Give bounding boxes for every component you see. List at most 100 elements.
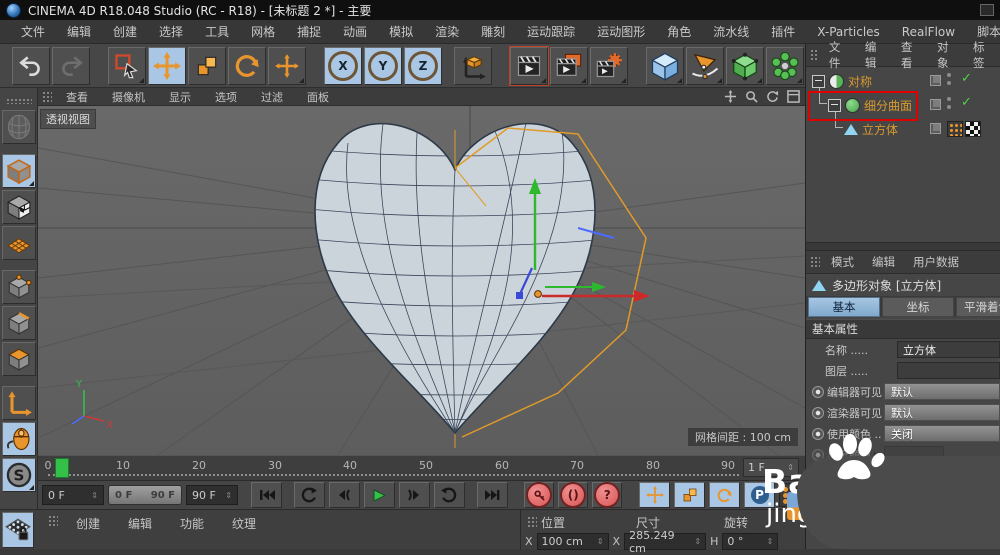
- vp-menu-display[interactable]: 显示: [157, 89, 203, 105]
- coordinate-panel-handle[interactable]: [527, 516, 537, 529]
- viewport-menu-handle[interactable]: [42, 91, 52, 103]
- go-to-start-button[interactable]: [251, 482, 282, 508]
- tab-basic[interactable]: 基本: [808, 297, 880, 317]
- live-selection-button[interactable]: [108, 47, 146, 85]
- visibility-dots[interactable]: [947, 73, 952, 85]
- timeline-ruler[interactable]: 0 10 20 30 40 50 60 70 80 90 1 F⇕: [38, 455, 805, 481]
- use-color-dropdown[interactable]: 关闭: [884, 425, 1000, 442]
- sculpt-mode-button[interactable]: [2, 110, 36, 144]
- enable-check[interactable]: ✓: [961, 95, 972, 110]
- position-x-field[interactable]: 100 cm⇕: [537, 533, 609, 550]
- layer-field[interactable]: [897, 362, 1000, 379]
- mat-menu-edit[interactable]: 编辑: [114, 515, 166, 532]
- texture-mode-button[interactable]: [2, 190, 36, 224]
- visibility-dots[interactable]: [947, 97, 952, 109]
- tab-phong[interactable]: 平滑着色: [956, 297, 1000, 317]
- timeline-playhead[interactable]: [55, 458, 69, 478]
- keyframe-radio-icon[interactable]: [812, 386, 824, 398]
- render-view-button[interactable]: [510, 47, 548, 85]
- attribute-manager-handle[interactable]: [810, 256, 820, 269]
- object-name[interactable]: 细分曲面: [864, 97, 912, 114]
- layer-toggle[interactable]: [930, 99, 941, 110]
- vp-menu-view[interactable]: 查看: [54, 89, 100, 105]
- material-manager-icon-button[interactable]: [2, 512, 34, 548]
- axis-mode-button[interactable]: [2, 386, 36, 420]
- points-mode-button[interactable]: [2, 270, 36, 304]
- menu-file[interactable]: 文件: [10, 23, 56, 40]
- menu-motion-tracker[interactable]: 运动跟踪: [516, 23, 586, 40]
- lock-x-axis-button[interactable]: X: [324, 47, 362, 85]
- object-row-subdivision-surface[interactable]: 细分曲面: [828, 93, 912, 117]
- menu-character[interactable]: 角色: [656, 23, 702, 40]
- collapse-icon[interactable]: [812, 75, 825, 88]
- last-used-tool-button[interactable]: [268, 47, 306, 85]
- vp-menu-options[interactable]: 选项: [203, 89, 249, 105]
- texture-tag-icon[interactable]: [965, 121, 981, 137]
- menu-edit[interactable]: 编辑: [56, 23, 102, 40]
- sidebar-drag-handle[interactable]: [6, 98, 32, 104]
- key-scale-button[interactable]: [674, 482, 705, 508]
- object-name[interactable]: 立方体: [862, 121, 898, 138]
- size-x-field[interactable]: 285.249 cm⇕: [624, 533, 706, 550]
- mat-menu-texture[interactable]: 纹理: [218, 515, 270, 532]
- lock-z-axis-button[interactable]: Z: [404, 47, 442, 85]
- menu-mograph[interactable]: 运动图形: [586, 23, 656, 40]
- object-manager-handle[interactable]: [810, 49, 818, 62]
- material-menu-handle[interactable]: [48, 515, 58, 528]
- menu-realflow[interactable]: RealFlow: [891, 25, 966, 39]
- key-rotation-button[interactable]: [709, 482, 740, 508]
- scale-tool-button[interactable]: [188, 47, 226, 85]
- rotate-tool-button[interactable]: [228, 47, 266, 85]
- array-generator-button[interactable]: [766, 47, 804, 85]
- menu-script[interactable]: 脚本: [966, 23, 1000, 40]
- menu-snap[interactable]: 捕捉: [286, 23, 332, 40]
- menu-simulate[interactable]: 模拟: [378, 23, 424, 40]
- render-visibility-dropdown[interactable]: 默认: [884, 404, 1000, 421]
- am-menu-edit[interactable]: 编辑: [863, 254, 904, 270]
- vp-menu-filter[interactable]: 过滤: [249, 89, 295, 105]
- play-loop-button[interactable]: [434, 482, 465, 508]
- model-mode-button[interactable]: [2, 154, 36, 188]
- current-frame-field[interactable]: 0 F⇕: [42, 485, 104, 505]
- enable-check[interactable]: ✓: [961, 71, 972, 86]
- autokey-button[interactable]: (): [558, 482, 588, 508]
- menu-pipeline[interactable]: 流水线: [702, 23, 760, 40]
- viewport-toggle-icon[interactable]: [786, 89, 801, 104]
- vp-menu-panel[interactable]: 面板: [295, 89, 341, 105]
- am-menu-mode[interactable]: 模式: [822, 254, 863, 270]
- undo-button[interactable]: [12, 47, 50, 85]
- keyframe-radio-icon[interactable]: [812, 407, 824, 419]
- object-row-symmetry[interactable]: 对称: [812, 69, 872, 93]
- mat-menu-function[interactable]: 功能: [166, 515, 218, 532]
- viewport-pan-icon[interactable]: [723, 89, 738, 104]
- primitive-cube-button[interactable]: [646, 47, 684, 85]
- editor-visibility-dropdown[interactable]: 默认: [884, 383, 1000, 400]
- viewport-zoom-icon[interactable]: [744, 89, 759, 104]
- coordinate-system-button[interactable]: [454, 47, 492, 85]
- subdivision-surface-button[interactable]: [726, 47, 764, 85]
- redo-button[interactable]: [52, 47, 90, 85]
- view-label[interactable]: 透视视图: [40, 109, 96, 129]
- perspective-viewport[interactable]: Y X 查看 摄像机 显示 选项 过滤 面板 透视视图 网格间距 : 100 c…: [38, 88, 805, 455]
- layer-toggle[interactable]: [930, 75, 941, 86]
- previous-key-button[interactable]: [329, 482, 360, 508]
- end-frame-field[interactable]: 90 F⇕: [186, 485, 238, 505]
- panel-splitter[interactable]: [806, 242, 1000, 251]
- am-menu-userdata[interactable]: 用户数据: [904, 254, 968, 270]
- move-tool-button[interactable]: [148, 47, 186, 85]
- play-forward-button[interactable]: [364, 482, 395, 508]
- frame-range-slider[interactable]: 0 F 90 F: [108, 485, 182, 505]
- collapse-icon[interactable]: [828, 99, 841, 112]
- vp-menu-camera[interactable]: 摄像机: [100, 89, 157, 105]
- polygon-mode-button[interactable]: [2, 342, 36, 376]
- next-key-button[interactable]: [399, 482, 430, 508]
- go-to-end-button[interactable]: [477, 482, 508, 508]
- menu-select[interactable]: 选择: [148, 23, 194, 40]
- render-picture-viewer-button[interactable]: [550, 47, 588, 85]
- name-field[interactable]: 立方体: [897, 341, 1000, 358]
- tab-coordinates[interactable]: 坐标: [882, 297, 954, 317]
- point-selection-tag-icon[interactable]: [947, 121, 963, 137]
- object-name[interactable]: 对称: [848, 73, 872, 90]
- menu-render[interactable]: 渲染: [424, 23, 470, 40]
- record-keyframe-button[interactable]: [524, 482, 554, 508]
